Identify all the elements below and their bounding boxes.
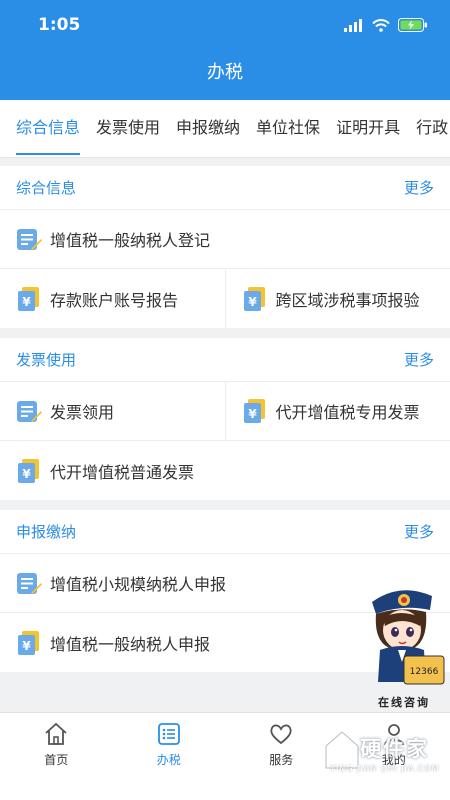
home-icon — [45, 722, 67, 745]
mascot-phone: 12366 — [410, 667, 439, 677]
more-link[interactable]: 更多 — [404, 177, 434, 198]
list-icon — [157, 723, 180, 745]
nav-label: 首页 — [44, 753, 69, 767]
service-item[interactable]: ¥ 代开增值税普通发票 — [0, 441, 450, 500]
section: 综合信息 更多 增值税一般纳税人登记 ¥ 存款账户账号报告 ¥ 跨区域涉税事项报… — [0, 166, 450, 328]
svg-text:¥: ¥ — [22, 467, 31, 481]
form-edit-icon — [17, 401, 42, 422]
yuan-doc-icon: ¥ — [243, 286, 265, 311]
heart-icon — [270, 724, 292, 745]
service-row: 发票领用 ¥ 代开增值税专用发票 — [0, 382, 450, 441]
service-item[interactable]: 发票领用 — [0, 382, 225, 440]
tab-4[interactable]: 证明开具 — [328, 100, 408, 157]
service-item[interactable]: ¥ 跨区域涉税事项报验 — [224, 269, 450, 328]
service-item-label: 代开增值税专用发票 — [275, 403, 420, 422]
service-item-label: 增值税小规模纳税人申报 — [50, 575, 227, 594]
page-title: 办税 — [207, 62, 243, 83]
mascot-illustration: 12366 — [372, 590, 445, 685]
more-link[interactable]: 更多 — [404, 521, 434, 542]
service-item[interactable]: ¥ 存款账户账号报告 — [0, 269, 225, 328]
status-icons — [344, 18, 428, 32]
service-item-label: 跨区域涉税事项报验 — [275, 290, 420, 310]
battery-charging-icon — [398, 18, 427, 32]
service-item[interactable]: 增值税一般纳税人登记 — [0, 210, 450, 268]
nav-label: 服务 — [269, 753, 294, 767]
form-edit-icon — [17, 229, 42, 250]
online-consult-label[interactable]: 在线咨询 — [364, 694, 444, 710]
watermark-subtext: YING JIAN ZHI JIA.COM — [330, 764, 440, 773]
tab-2[interactable]: 申报缴纳 — [168, 100, 248, 157]
service-item-label: 增值税一般纳税人登记 — [50, 231, 211, 250]
more-link[interactable]: 更多 — [404, 349, 434, 370]
nav-label: 办税 — [156, 753, 181, 767]
form-edit-icon — [17, 573, 42, 594]
watermark-text: 硬件家 — [360, 737, 429, 761]
tab-3[interactable]: 单位社保 — [248, 100, 328, 157]
tab-1[interactable]: 发票使用 — [88, 100, 168, 157]
signal-icon — [344, 18, 362, 32]
online-consult-mascot[interactable]: 12366 — [360, 582, 446, 710]
section-header: 发票使用 更多 — [0, 338, 450, 382]
yuan-doc-icon: ¥ — [243, 399, 265, 423]
status-bar: 1:05 — [0, 0, 450, 50]
service-item-label: 代开增值税普通发票 — [50, 462, 195, 482]
section-title: 申报缴纳 — [16, 523, 77, 541]
service-item-label: 增值税一般纳税人申报 — [50, 634, 211, 654]
section-header: 综合信息 更多 — [0, 166, 450, 210]
section-header: 申报缴纳 更多 — [0, 510, 450, 554]
wifi-icon — [372, 18, 390, 32]
tab-0[interactable]: 综合信息 — [0, 100, 88, 157]
category-tabs: 综合信息 发票使用 申报缴纳 单位社保 证明开具 行政 — [0, 100, 450, 158]
section-title: 发票使用 — [16, 351, 77, 369]
tab-5[interactable]: 行政 — [408, 100, 450, 157]
yuan-doc-icon: ¥ — [18, 458, 39, 483]
svg-text:¥: ¥ — [22, 639, 31, 653]
svg-text:¥: ¥ — [248, 407, 257, 421]
svg-text:¥: ¥ — [22, 295, 31, 309]
yuan-doc-icon: ¥ — [18, 286, 39, 311]
service-row: ¥ 代开增值税普通发票 — [0, 441, 450, 500]
status-time: 1:05 — [38, 15, 81, 35]
service-item-label: 发票领用 — [50, 403, 115, 422]
app-header: 1:05 办税 — [0, 0, 450, 100]
yuan-doc-icon: ¥ — [18, 630, 39, 655]
svg-text:¥: ¥ — [248, 295, 257, 309]
section-title: 综合信息 — [16, 179, 77, 197]
service-row: ¥ 存款账户账号报告 ¥ 跨区域涉税事项报验 — [0, 269, 450, 328]
section: 发票使用 更多 发票领用 ¥ 代开增值税专用发票 ¥ 代开增值税普通发票 — [0, 338, 450, 500]
service-item-label: 存款账户账号报告 — [50, 290, 179, 310]
nav-list[interactable]: 办税 — [113, 713, 226, 800]
service-row: 增值税一般纳税人登记 — [0, 210, 450, 269]
service-item[interactable]: ¥ 代开增值税专用发票 — [224, 382, 450, 440]
nav-home[interactable]: 首页 — [0, 713, 113, 800]
